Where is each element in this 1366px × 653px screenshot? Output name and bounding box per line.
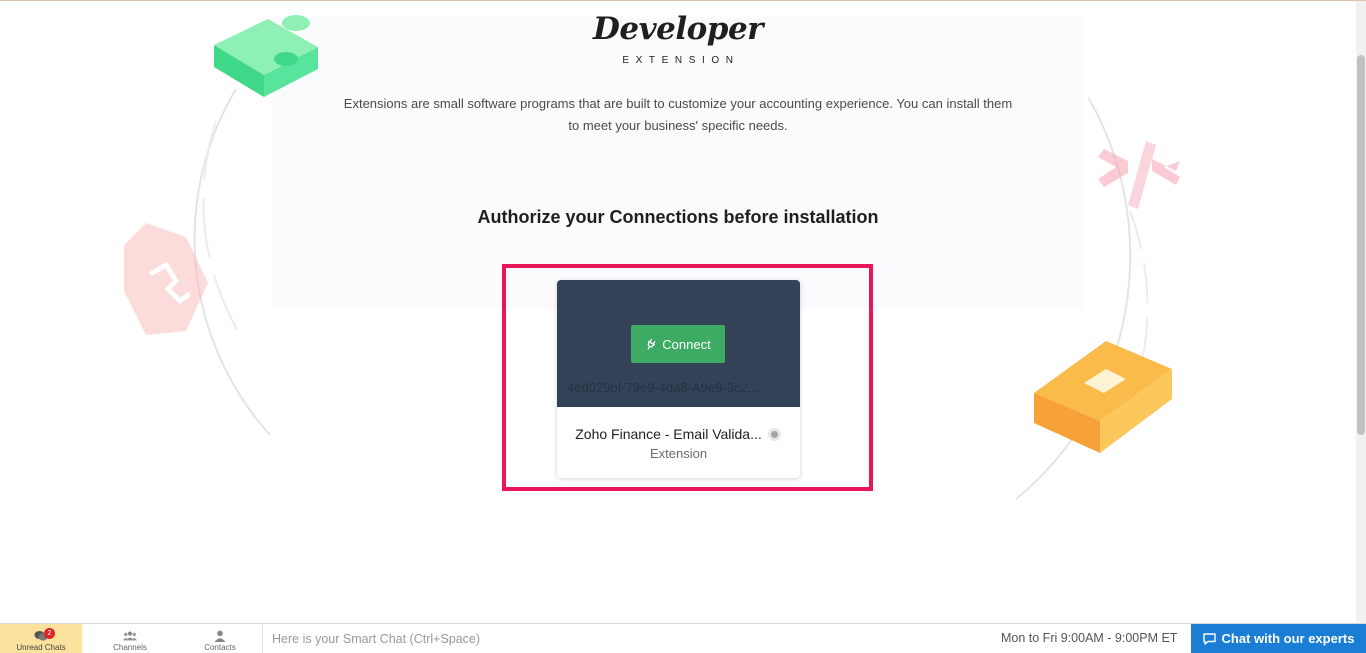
chat-bar: 2 Unread Chats Channels Contacts Mon to … bbox=[0, 623, 1366, 653]
support-hours: Mon to Fri 9:00AM - 9:00PM ET bbox=[1001, 631, 1178, 645]
page-title: Developer bbox=[592, 11, 764, 47]
connection-id: 4ed029bf-79e9-4da8-A9e9-3c2... bbox=[567, 380, 759, 395]
page-description: Extensions are small software programs t… bbox=[343, 96, 1013, 133]
tab-unread-chats[interactable]: 2 Unread Chats bbox=[0, 624, 82, 653]
section-heading: Authorize your Connections before instal… bbox=[477, 207, 879, 227]
orbit-arc-right-inner bbox=[1129, 210, 1149, 362]
users-icon bbox=[123, 631, 137, 641]
chat-icon bbox=[1202, 632, 1216, 645]
person-icon bbox=[214, 630, 226, 642]
tab-label: Channels bbox=[113, 643, 147, 652]
plug-icon bbox=[647, 338, 656, 350]
chat-with-experts-button[interactable]: Chat with our experts bbox=[1191, 624, 1366, 653]
connect-button[interactable]: Connect bbox=[631, 325, 725, 363]
smart-chat-input[interactable] bbox=[262, 624, 962, 653]
unread-count-badge: 2 bbox=[44, 628, 55, 639]
orbit-arc-left bbox=[193, 88, 271, 436]
extension-box-icon bbox=[1034, 341, 1172, 453]
status-indicator-icon bbox=[768, 428, 781, 441]
connection-card: Connect 4ed029bf-79e9-4da8-A9e9-3c2... Z… bbox=[557, 280, 800, 478]
code-tag-icon bbox=[1098, 141, 1180, 209]
page-subtitle: EXTENSION bbox=[622, 55, 740, 66]
tab-label: Unread Chats bbox=[16, 643, 66, 652]
tab-label: Contacts bbox=[204, 643, 236, 652]
extension-type: Extension bbox=[649, 446, 708, 461]
scrollbar-thumb[interactable] bbox=[1357, 55, 1365, 435]
vertical-scrollbar[interactable] bbox=[1356, 1, 1366, 623]
extension-name: Zoho Finance - Email Valida... bbox=[575, 426, 762, 442]
chat-with-experts-label: Chat with our experts bbox=[1221, 631, 1355, 646]
tab-channels[interactable]: Channels bbox=[82, 624, 178, 653]
card-header: Connect 4ed029bf-79e9-4da8-A9e9-3c2... bbox=[557, 280, 800, 407]
connect-button-label: Connect bbox=[662, 336, 711, 352]
tab-contacts[interactable]: Contacts bbox=[178, 624, 262, 653]
main-content: Developer EXTENSION Extensions are small… bbox=[0, 1, 1356, 623]
